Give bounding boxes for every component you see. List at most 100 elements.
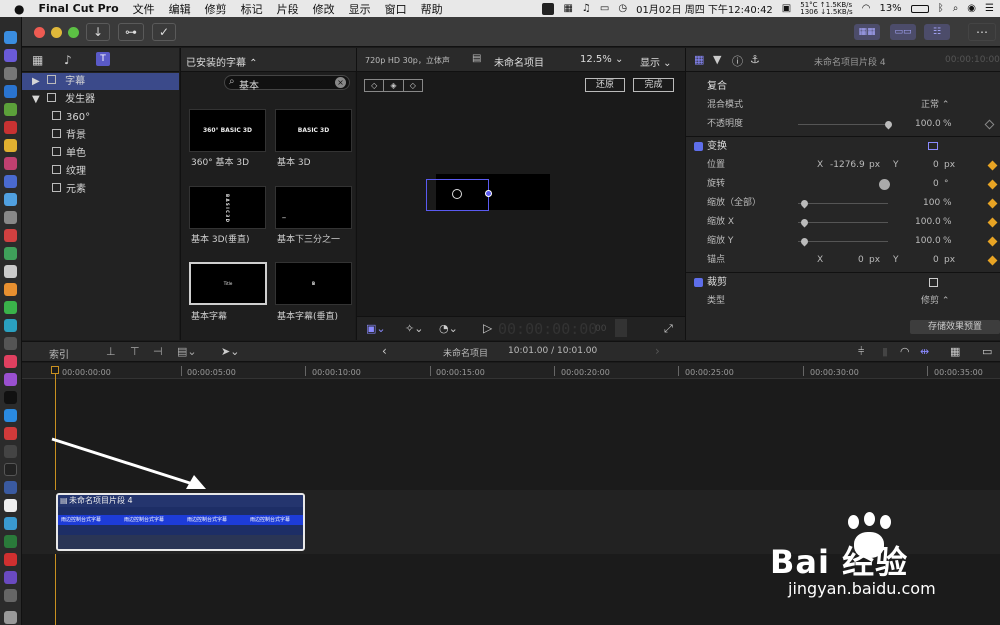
dock-siri-icon[interactable] [4, 49, 17, 62]
add-keyframe-icon[interactable]: ◈ [384, 80, 404, 91]
scale-y-slider[interactable] [798, 241, 888, 242]
ruler[interactable]: 00:00:00:00 00:00:05:00 00:00:10:00 00:0… [22, 363, 1000, 379]
title-thumb-basic-3d-vertical[interactable]: B A S I C 3 D [189, 186, 266, 229]
anchor-y-value[interactable]: 0 [933, 251, 939, 270]
menu-clip[interactable]: 片段 [277, 1, 299, 17]
keywords-button[interactable]: ⊶ [118, 23, 144, 41]
scale-x-keyframe-icon[interactable] [987, 217, 998, 228]
dock-app-icon[interactable] [4, 193, 17, 206]
dock-launchpad-icon[interactable] [4, 67, 17, 80]
menu-modify[interactable]: 修改 [313, 1, 335, 17]
timeline-clip[interactable]: ▤ 未命名项目片段 4 雨边控制台式字幕 雨边控制台式字幕 雨边控制台式字幕 雨… [56, 493, 305, 551]
menu-edit[interactable]: 编辑 [169, 1, 191, 17]
opacity-slider[interactable] [798, 124, 888, 125]
info-inspector-icon[interactable]: ⓘ [732, 53, 743, 69]
dock-android-icon[interactable] [4, 103, 17, 116]
dock-app-icon[interactable] [4, 247, 17, 260]
opacity-value[interactable]: 100.0 [915, 115, 941, 134]
transform-checkbox[interactable] [694, 142, 703, 151]
grid-icon[interactable]: ▦ [563, 3, 572, 14]
spotlight-icon[interactable]: ⌕ [953, 3, 959, 14]
dock-red-icon[interactable] [4, 121, 17, 134]
wifi-icon[interactable]: ◠ [862, 3, 871, 14]
overwrite-clip-icon[interactable]: ▤⌄ [177, 345, 197, 358]
dock-app-icon[interactable] [4, 175, 17, 188]
menu-app-name[interactable]: Final Cut Pro [38, 2, 118, 15]
dock-terminal-icon[interactable] [4, 463, 17, 476]
prev-keyframe-icon[interactable]: ◇ [365, 80, 385, 91]
menu-mark[interactable]: 标记 [241, 1, 263, 17]
position-keyframe-icon[interactable] [987, 160, 998, 171]
scale-y-knob[interactable] [799, 236, 810, 247]
clock-datetime[interactable]: 01月02日 周四 下午12:40:42 [636, 1, 773, 16]
close-window-button[interactable] [34, 27, 45, 38]
crop-checkbox[interactable] [694, 278, 703, 287]
clip-appearance-icon[interactable]: ▦ [950, 345, 960, 358]
dock-podcast-icon[interactable] [4, 373, 17, 386]
scale-all-slider[interactable] [798, 203, 888, 204]
control-center-icon[interactable]: ☰ [985, 3, 994, 14]
title-thumb-basic-title-vertical[interactable]: B [275, 262, 352, 305]
scale-all-value[interactable]: 100 [923, 194, 940, 213]
menu-file[interactable]: 文件 [133, 1, 155, 17]
dock-app-icon[interactable] [4, 337, 17, 350]
clock-icon[interactable]: ◷ [618, 3, 627, 14]
timeline-index-icon[interactable]: ▭ [982, 345, 992, 358]
dock-app-icon[interactable] [4, 157, 17, 170]
magic-wand-icon[interactable]: ✧⌄ [405, 322, 423, 335]
message-icon[interactable]: ▭ [600, 3, 609, 14]
transform-center-handle[interactable] [452, 189, 462, 199]
menu-view[interactable]: 显示 [349, 1, 371, 17]
dock-app-icon[interactable] [4, 229, 17, 242]
system-stats[interactable]: 51°C ↑1.5KB/s 1306 ↓1.5KB/s [800, 1, 852, 16]
dock-trash-icon[interactable] [4, 611, 17, 624]
dock-finder-icon[interactable] [4, 31, 17, 44]
dock-yandex-icon[interactable] [4, 499, 17, 512]
select-tool-icon[interactable]: ➤⌄ [221, 345, 239, 358]
menu-help[interactable]: 帮助 [421, 1, 443, 17]
sidebar-item-backgrounds[interactable]: 背景 [52, 127, 86, 144]
inspector-layout-button[interactable]: ☷ [924, 24, 950, 40]
anchor-keyframe-icon[interactable] [987, 255, 998, 266]
scale-all-keyframe-icon[interactable] [987, 198, 998, 209]
crop-type-dropdown[interactable]: 修剪 ⌃ [921, 292, 949, 311]
append-clip-icon[interactable]: ⊣ [153, 345, 163, 358]
crop-overlay-icon[interactable] [929, 278, 938, 287]
installed-titles-dropdown[interactable]: 已安装的字幕 ⌃ [186, 54, 258, 69]
title-thumb-basic-3d[interactable]: BASIC 3D [275, 109, 352, 152]
share-inspector-icon[interactable]: ⚓ [750, 53, 760, 66]
dock-app-icon[interactable] [4, 589, 17, 602]
disclosure-down-icon[interactable]: ▼ [32, 94, 40, 105]
dock-vpn-icon[interactable] [4, 481, 17, 494]
dock-music-icon[interactable] [4, 355, 17, 368]
menu-window[interactable]: 窗口 [385, 1, 407, 17]
dock-app-icon[interactable] [4, 535, 17, 548]
sidebar-item-titles[interactable]: ▶ 字幕 [22, 73, 179, 90]
audio-library-icon[interactable]: ♪ [64, 53, 72, 67]
rotation-value[interactable]: 0 [933, 175, 939, 194]
solo-icon[interactable]: ▮ [882, 345, 888, 358]
play-icon[interactable]: ▷ [483, 321, 492, 335]
dock-app-icon[interactable] [4, 211, 17, 224]
battery-percent[interactable]: 13% [879, 3, 901, 14]
sidebar-item-textures[interactable]: 纹理 [52, 163, 86, 180]
zoom-dropdown[interactable]: 12.5% ⌄ [580, 54, 623, 65]
dock-app-icon[interactable] [4, 517, 17, 530]
search-field[interactable]: ⌕ 基本 × [224, 75, 350, 92]
title-thumb-basic-lower-third[interactable]: — [275, 186, 352, 229]
sidebar-item-generators[interactable]: ▼ 发生器 [22, 91, 95, 108]
clear-search-icon[interactable]: × [335, 77, 346, 88]
timeline-back-icon[interactable]: ‹ [382, 344, 387, 358]
dock-app-icon[interactable] [4, 319, 17, 332]
speed-icon[interactable]: ◔⌄ [439, 322, 458, 335]
revert-button[interactable]: 还原 [585, 78, 625, 92]
rotation-keyframe-icon[interactable] [987, 179, 998, 190]
dock-chrome-icon[interactable] [4, 139, 17, 152]
monitor-icon[interactable]: ▣ [782, 3, 791, 14]
dock-wechat-icon[interactable] [4, 301, 17, 314]
title-thumb-basic-title[interactable]: Title [189, 262, 267, 305]
timeline-layout-button[interactable]: ▭▭ [890, 24, 916, 40]
search-input[interactable]: 基本 [239, 77, 259, 92]
display-dropdown[interactable]: 显示 ⌄ [640, 54, 672, 69]
dock-appstore-icon[interactable] [4, 409, 17, 422]
